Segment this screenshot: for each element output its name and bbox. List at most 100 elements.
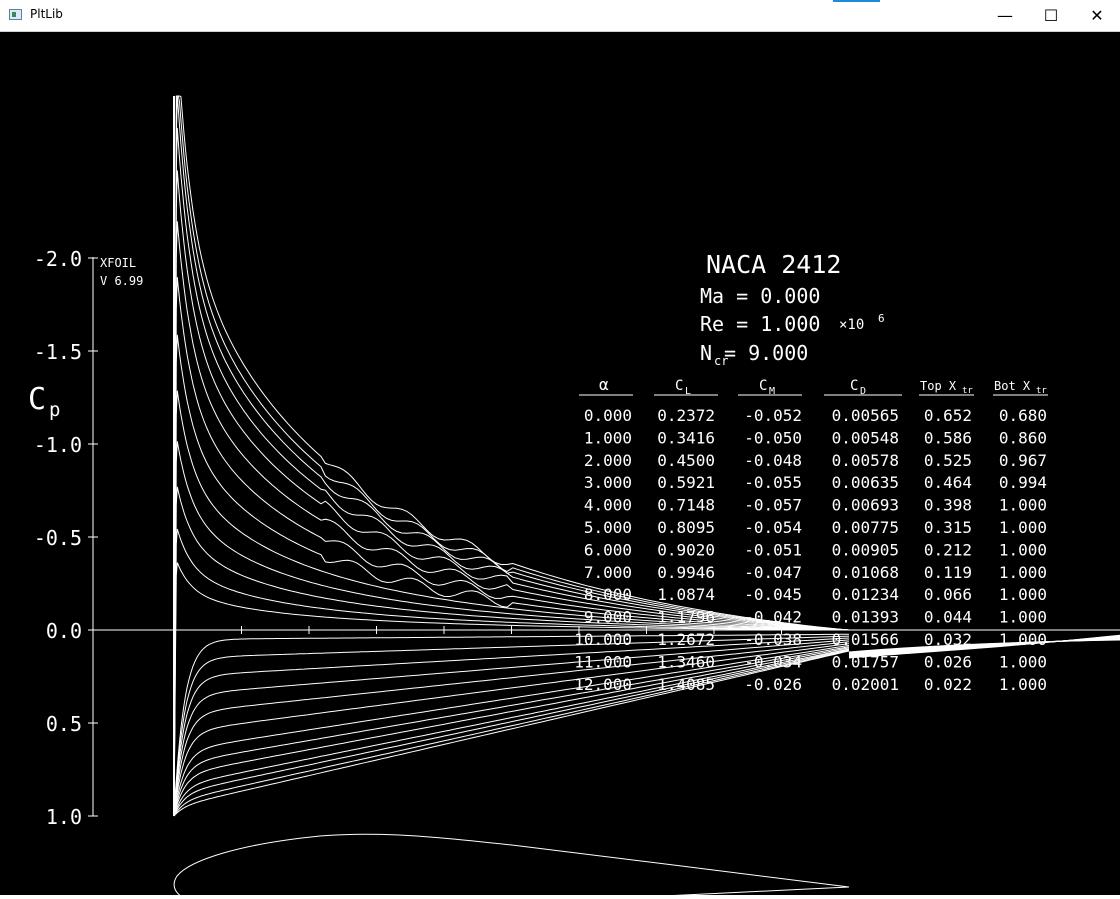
table-cell: 10.000	[574, 630, 632, 649]
window-title: PltLib	[30, 7, 63, 21]
table-cell: 1.0874	[657, 585, 715, 604]
table-cell: 0.860	[999, 428, 1047, 447]
table-cell: -0.052	[744, 406, 802, 425]
table-cell: 0.066	[924, 585, 972, 604]
table-cell: 1.000	[999, 630, 1047, 649]
table-cell: 0.00635	[832, 473, 899, 492]
upper-cp-curve	[173, 127, 850, 817]
table-cell: 0.00565	[832, 406, 899, 425]
table-cell: 1.000	[999, 540, 1047, 559]
table-cell: 0.000	[584, 406, 632, 425]
polar-table: 0.000 0.2372 -0.052 0.00565 0.652 0.680 1.000 0…	[574, 406, 1047, 694]
table-cell: 0.967	[999, 451, 1047, 470]
reynolds-multiplier: ×10	[839, 317, 864, 333]
table-cell: 0.00775	[832, 518, 899, 537]
airfoil-name: NACA 2412	[706, 250, 841, 279]
table-cell: 0.3416	[657, 428, 715, 447]
table-cell: 0.315	[924, 518, 972, 537]
table-cell: -0.038	[744, 630, 802, 649]
table-cell: 9.000	[584, 608, 632, 627]
version-label: V 6.99	[100, 274, 143, 288]
y-axis-label: C	[28, 382, 46, 417]
ncrit-value: = 9.000	[724, 341, 808, 365]
table-cell: 0.8095	[657, 518, 715, 537]
table-cell: 0.2372	[657, 406, 715, 425]
pltlib-window: PltLib — ☐ ✕ -2.0 -1.5 -1.0 -0.5 0.0 0.5 1.0 X…	[0, 0, 1120, 899]
close-button[interactable]: ✕	[1074, 0, 1120, 31]
cp-plot: -2.0 -1.5 -1.0 -0.5 0.0 0.5 1.0 XFOIL V 6.99 C…	[28, 95, 1120, 899]
table-cell: 1.000	[999, 563, 1047, 582]
reynolds-number: Re = 1.000	[700, 312, 820, 336]
y-tick-label: -1.5	[34, 340, 82, 364]
table-cell: 0.01393	[832, 608, 899, 627]
table-cell: -0.042	[744, 608, 802, 627]
cp-curves	[173, 95, 1120, 817]
y-axis-label-sub: p	[49, 399, 60, 421]
table-cell: 0.9020	[657, 540, 715, 559]
app-icon	[9, 9, 22, 20]
airfoil-outline	[173, 833, 850, 899]
table-cell: 0.01566	[832, 630, 899, 649]
table-cell: -0.048	[744, 451, 802, 470]
accent-strip	[833, 0, 880, 2]
table-cell: 0.680	[999, 406, 1047, 425]
table-cell: 0.212	[924, 540, 972, 559]
ncrit-label: N	[700, 341, 712, 365]
minimize-button[interactable]: —	[982, 0, 1028, 31]
table-cell: 3.000	[584, 473, 632, 492]
header-cd: C	[850, 378, 858, 394]
table-cell: 0.00578	[832, 451, 899, 470]
table-cell: 12.000	[574, 675, 632, 694]
table-cell: 0.525	[924, 451, 972, 470]
table-cell: 0.5921	[657, 473, 715, 492]
table-cell: 0.00548	[832, 428, 899, 447]
table-cell: 0.022	[924, 675, 972, 694]
program-label: XFOIL	[100, 256, 136, 270]
table-cell: 0.7148	[657, 496, 715, 515]
table-cell: 0.00693	[832, 496, 899, 515]
header-cl: C	[675, 378, 683, 394]
table-cell: 0.01068	[832, 563, 899, 582]
y-tick-label: -0.5	[34, 526, 82, 550]
table-cell: -0.034	[744, 652, 802, 671]
header-top-xtr: Top X	[920, 379, 957, 393]
y-tick-label: 1.0	[46, 805, 82, 829]
title-bar[interactable]: PltLib — ☐ ✕	[0, 0, 1120, 32]
table-cell: 0.464	[924, 473, 972, 492]
table-cell: 1.000	[999, 652, 1047, 671]
table-cell: 2.000	[584, 451, 632, 470]
table-cell: -0.051	[744, 540, 802, 559]
reynolds-exponent: 6	[878, 312, 885, 325]
table-cell: 1.2672	[657, 630, 715, 649]
table-cell: 0.4500	[657, 451, 715, 470]
table-cell: 0.01234	[832, 585, 899, 604]
table-cell: -0.026	[744, 675, 802, 694]
table-cell: 11.000	[574, 652, 632, 671]
table-cell: -0.054	[744, 518, 802, 537]
y-tick-label: 0.0	[46, 619, 82, 643]
table-cell: 8.000	[584, 585, 632, 604]
table-cell: 1.3460	[657, 652, 715, 671]
table-header: α C L C M C D Top X tr Bot X tr	[579, 375, 1048, 397]
table-cell: 6.000	[584, 540, 632, 559]
mach-number: Ma = 0.000	[700, 284, 820, 308]
table-cell: 0.9946	[657, 563, 715, 582]
table-cell: 1.000	[999, 585, 1047, 604]
table-cell: 0.032	[924, 630, 972, 649]
table-cell: 0.01757	[832, 652, 899, 671]
table-cell: -0.055	[744, 473, 802, 492]
table-cell: -0.045	[744, 585, 802, 604]
header-alpha: α	[599, 375, 609, 394]
y-ticks: -2.0 -1.5 -1.0 -0.5 0.0 0.5 1.0	[34, 247, 98, 829]
plot-canvas[interactable]: -2.0 -1.5 -1.0 -0.5 0.0 0.5 1.0 XFOIL V 6.99 C…	[0, 32, 1120, 899]
header-bot-xtr: Bot X	[994, 379, 1031, 393]
table-cell: 5.000	[584, 518, 632, 537]
table-cell: -0.047	[744, 563, 802, 582]
table-cell: 1.000	[999, 518, 1047, 537]
table-cell: 0.586	[924, 428, 972, 447]
maximize-button[interactable]: ☐	[1028, 0, 1074, 31]
table-cell: 1.000	[999, 496, 1047, 515]
table-cell: 0.119	[924, 563, 972, 582]
y-tick-label: -2.0	[34, 247, 82, 271]
y-tick-label: 0.5	[46, 712, 82, 736]
